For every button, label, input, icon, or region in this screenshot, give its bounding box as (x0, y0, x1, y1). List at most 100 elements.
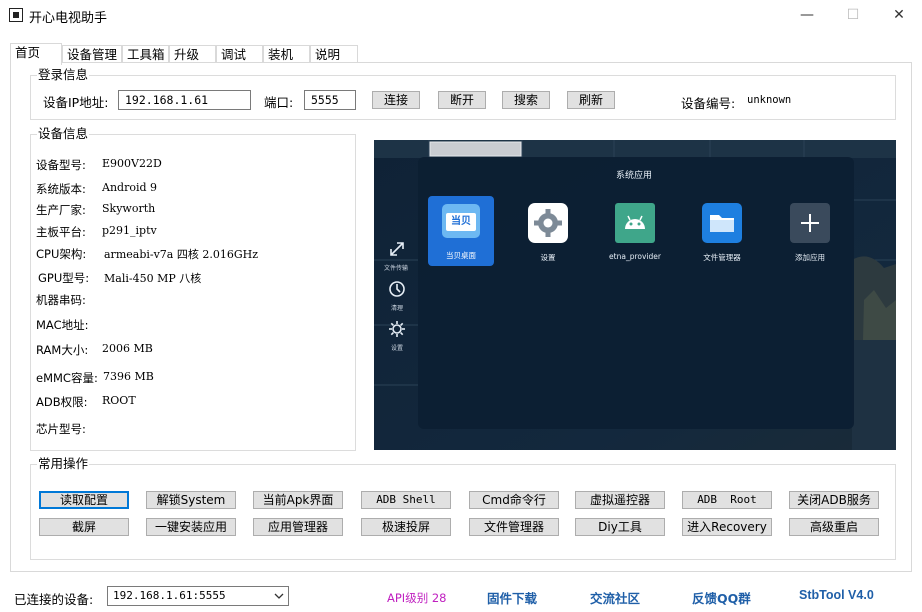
info-label: GPU型号: (38, 271, 90, 285)
folder-glyph (710, 215, 734, 232)
side-label-clean: 清理 (391, 305, 404, 312)
disconnect-button[interactable]: 断开 (438, 91, 486, 109)
side-label-transfer: 文件传输 (384, 265, 409, 272)
file-manager-button[interactable]: 文件管理器 (469, 518, 559, 536)
device-id-value: unknown (747, 94, 792, 106)
info-label: 主板平台: (36, 225, 86, 239)
api-level: API级别 28 (387, 591, 447, 605)
feedback-qq-link[interactable]: 反馈QQ群 (692, 588, 751, 607)
login-legend: 登录信息 (37, 67, 90, 82)
version-label: StbTool V4.0 (799, 588, 874, 602)
app-label: 当贝桌面 (446, 251, 476, 260)
title-bar: 开心电视助手 — ☐ ✕ (0, 0, 922, 30)
device-info-legend: 设备信息 (37, 126, 90, 141)
app-tile-dangbei[interactable]: 当贝 当贝桌面 (428, 196, 494, 266)
info-label: 机器串码: (36, 293, 86, 307)
app-label: 文件管理器 (703, 253, 741, 262)
info-value: p291_iptv (102, 224, 157, 237)
window-title: 开心电视助手 (29, 11, 108, 26)
cmd-button[interactable]: Cmd命令行 (469, 491, 559, 509)
connected-device-label: 已连接的设备: (14, 592, 94, 607)
info-cpu: CPU架构: armeabi-v7a 四核 2.016GHz (36, 246, 258, 262)
plus-glyph (801, 214, 819, 232)
info-label: 设备型号: (36, 158, 86, 172)
settings-app-icon[interactable] (528, 203, 568, 243)
community-link[interactable]: 交流社区 (590, 588, 640, 607)
android-glyph (625, 215, 645, 229)
dangbei-badge: 当贝 (446, 213, 476, 231)
info-value: E900V22D (102, 157, 162, 170)
info-label: 芯片型号: (36, 422, 86, 436)
info-adb-permission: ADB权限: ROOT (36, 394, 136, 410)
info-label: 生产厂家: (36, 203, 86, 217)
dangbei-icon: 当贝 (442, 204, 480, 238)
ip-input[interactable]: 192.168.1.61 (118, 90, 251, 110)
app-icon (9, 8, 23, 22)
connected-device-select[interactable]: 192.168.1.61:5555 (107, 586, 289, 606)
minimize-button[interactable]: — (784, 0, 830, 30)
app-label: 添加应用 (795, 253, 825, 262)
info-ram: RAM大小: 2006 MB (36, 342, 153, 358)
device-id-label: 设备编号: (681, 96, 736, 111)
info-serial: 机器串码: (36, 292, 86, 308)
info-label: CPU架构: (36, 247, 87, 261)
info-board: 主板平台: p291_iptv (36, 224, 157, 240)
info-mac: MAC地址: (36, 317, 89, 333)
advanced-reboot-button[interactable]: 高级重启 (789, 518, 879, 536)
info-os-version: 系统版本: Android 9 (36, 181, 157, 197)
ops-group: 常用操作 (30, 457, 896, 560)
tv-screen-preview[interactable]: 系统应用 文件传输 清理 设置 当贝 当贝桌面 设置 etna_provider… (374, 140, 896, 450)
ip-label: 设备IP地址: (43, 95, 109, 110)
info-emmc: eMMC容量: 7396 MB (36, 370, 154, 386)
app-manager-button[interactable]: 应用管理器 (253, 518, 343, 536)
clean-icon (389, 281, 405, 297)
diy-tools-button[interactable]: Diy工具 (575, 518, 665, 536)
close-button[interactable]: ✕ (876, 0, 922, 30)
tab-home[interactable]: 首页 (10, 43, 62, 65)
fast-cast-button[interactable]: 极速投屏 (361, 518, 451, 536)
gear-icon (389, 321, 405, 337)
connect-button[interactable]: 连接 (372, 91, 420, 109)
tv-screen-background (374, 140, 896, 450)
info-label: RAM大小: (36, 343, 89, 357)
chevron-down-icon (274, 593, 284, 599)
info-gpu: GPU型号: Mali-450 MP 八核 (38, 270, 201, 286)
info-value: Android 9 (102, 181, 158, 194)
info-value: 7396 MB (103, 370, 154, 383)
connected-device-value: 192.168.1.61:5555 (113, 589, 226, 602)
ops-legend: 常用操作 (37, 456, 90, 471)
info-manufacturer: 生产厂家: Skyworth (36, 202, 155, 218)
close-adb-button[interactable]: 关闭ADB服务 (789, 491, 879, 509)
folder-icon[interactable] (702, 203, 742, 243)
android-icon[interactable] (615, 203, 655, 243)
current-apk-button[interactable]: 当前Apk界面 (253, 491, 343, 509)
virtual-remote-button[interactable]: 虚拟遥控器 (575, 491, 665, 509)
maximize-button[interactable]: ☐ (830, 0, 876, 30)
refresh-button[interactable]: 刷新 (567, 91, 615, 109)
adb-shell-button[interactable]: ADB Shell (361, 491, 451, 509)
port-input[interactable]: 5555 (304, 90, 356, 110)
firmware-download-link[interactable]: 固件下载 (487, 588, 537, 607)
info-label: 系统版本: (36, 182, 86, 196)
install-app-button[interactable]: 一键安装应用 (146, 518, 236, 536)
info-value: 2006 MB (102, 342, 153, 355)
tv-panel-title: 系统应用 (616, 171, 653, 181)
gear-glyph (534, 209, 562, 237)
info-label: MAC地址: (36, 318, 89, 332)
recovery-button[interactable]: 进入Recovery (682, 518, 772, 536)
info-label: eMMC容量: (36, 371, 98, 385)
app-label: etna_provider (609, 252, 661, 261)
info-value: ROOT (102, 394, 136, 407)
unlock-system-button[interactable]: 解锁System (146, 491, 236, 509)
search-button[interactable]: 搜索 (502, 91, 550, 109)
read-config-button[interactable]: 读取配置 (39, 491, 129, 509)
transfer-icon (390, 242, 404, 256)
info-chip: 芯片型号: (36, 421, 86, 437)
app-label: 设置 (540, 253, 556, 262)
plus-icon[interactable] (790, 203, 830, 243)
info-value: Mali-450 MP 八核 (104, 272, 202, 285)
info-value: armeabi-v7a 四核 2.016GHz (104, 248, 259, 261)
screenshot-button[interactable]: 截屏 (39, 518, 129, 536)
info-label: ADB权限: (36, 395, 88, 409)
adb-root-button[interactable]: ADB Root (682, 491, 772, 509)
